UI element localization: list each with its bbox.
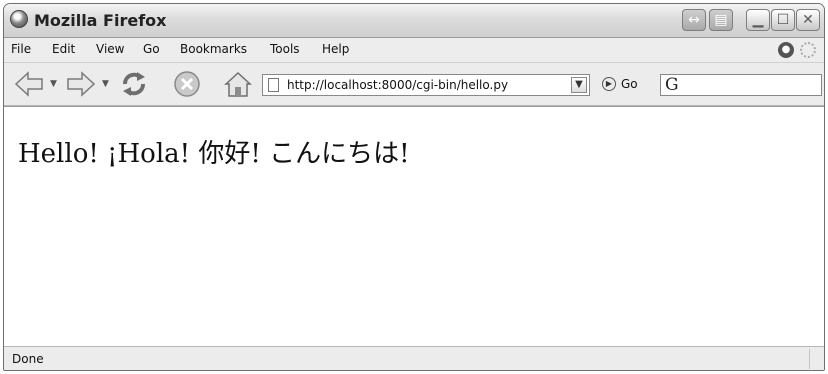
page-icon xyxy=(268,78,279,92)
menu-go-label: Go xyxy=(143,42,160,56)
status-text: Done xyxy=(12,352,44,366)
resize-grip[interactable] xyxy=(809,349,824,369)
window-title: Mozilla Firefox xyxy=(34,11,167,30)
navigation-toolbar: ▼ ▼ http://localhost:8000/cgi-bin/hello.… xyxy=(4,63,824,106)
menu-bookmarks[interactable]: Bookmarks xyxy=(180,42,247,56)
status-bar: Done xyxy=(4,346,824,370)
home-icon xyxy=(224,71,252,97)
window-group-button[interactable]: ↔ xyxy=(682,9,706,31)
menu-help-label: Help xyxy=(322,42,350,56)
go-button-label[interactable]: Go xyxy=(621,77,638,91)
stop-icon xyxy=(174,71,200,97)
forward-dropdown-icon[interactable]: ▼ xyxy=(102,79,109,89)
forward-icon xyxy=(67,71,96,97)
forward-button[interactable] xyxy=(64,69,98,99)
menu-file-label: File xyxy=(11,42,32,56)
throbber-icon xyxy=(800,42,816,58)
go-icon[interactable]: ▶ xyxy=(602,77,616,91)
url-bar[interactable]: http://localhost:8000/cgi-bin/hello.py ▼ xyxy=(262,74,590,96)
menu-file[interactable]: File xyxy=(11,42,31,56)
menu-view-label: View xyxy=(96,42,125,56)
menu-bar: File Edit View Go Bookmarks Tools Help ● xyxy=(4,38,824,63)
url-dropdown-button[interactable]: ▼ xyxy=(571,77,587,93)
menu-help[interactable]: Help xyxy=(322,42,349,56)
search-engine-icon[interactable]: G xyxy=(665,75,679,95)
back-icon xyxy=(14,71,43,97)
page-content: Hello! ¡Hola! 你好! こんにちは! xyxy=(4,106,824,346)
close-button[interactable]: ✕ xyxy=(796,9,820,31)
menu-tools[interactable]: Tools xyxy=(270,42,300,56)
minimize-button[interactable]: ▁ xyxy=(746,9,770,31)
back-dropdown-icon[interactable]: ▼ xyxy=(50,79,57,89)
menu-bookmarks-label: Bookmarks xyxy=(180,42,248,56)
search-bar[interactable]: G xyxy=(660,74,822,96)
url-text[interactable]: http://localhost:8000/cgi-bin/hello.py xyxy=(287,78,508,92)
reload-icon xyxy=(123,72,145,96)
browser-window: Mozilla Firefox ↔ ▤ ▁ ☐ ✕ File Edit View… xyxy=(3,3,825,371)
window-menu-button[interactable]: ▤ xyxy=(709,9,733,31)
reload-button[interactable] xyxy=(118,69,150,99)
stop-button[interactable] xyxy=(172,69,202,99)
menu-go[interactable]: Go xyxy=(143,42,160,56)
firefox-icon xyxy=(10,10,28,28)
menu-view[interactable]: View xyxy=(96,42,124,56)
menu-edit[interactable]: Edit xyxy=(52,42,75,56)
page-greeting-text: Hello! ¡Hola! 你好! こんにちは! xyxy=(18,139,410,169)
update-icon[interactable]: ● xyxy=(778,42,794,58)
back-button[interactable] xyxy=(12,69,46,99)
home-button[interactable] xyxy=(222,69,254,99)
menu-tools-label: Tools xyxy=(270,42,300,56)
title-bar: Mozilla Firefox ↔ ▤ ▁ ☐ ✕ xyxy=(4,4,824,38)
maximize-button[interactable]: ☐ xyxy=(771,9,795,31)
menu-edit-label: Edit xyxy=(52,42,76,56)
